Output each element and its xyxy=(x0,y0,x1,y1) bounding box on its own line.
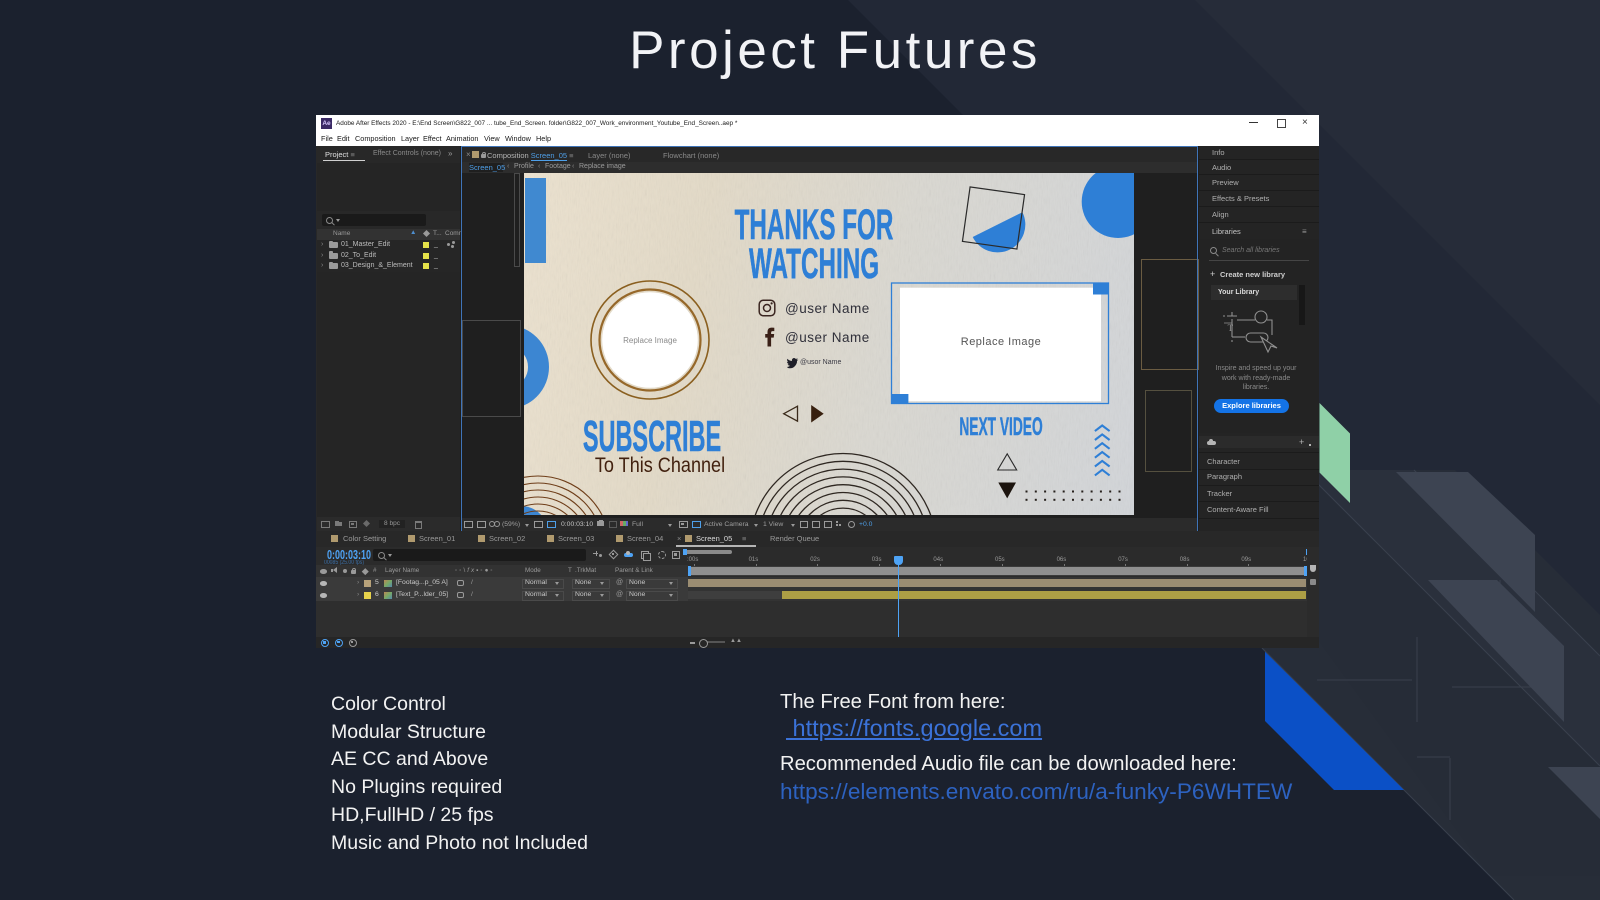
svg-text:T: T xyxy=(1228,323,1234,333)
